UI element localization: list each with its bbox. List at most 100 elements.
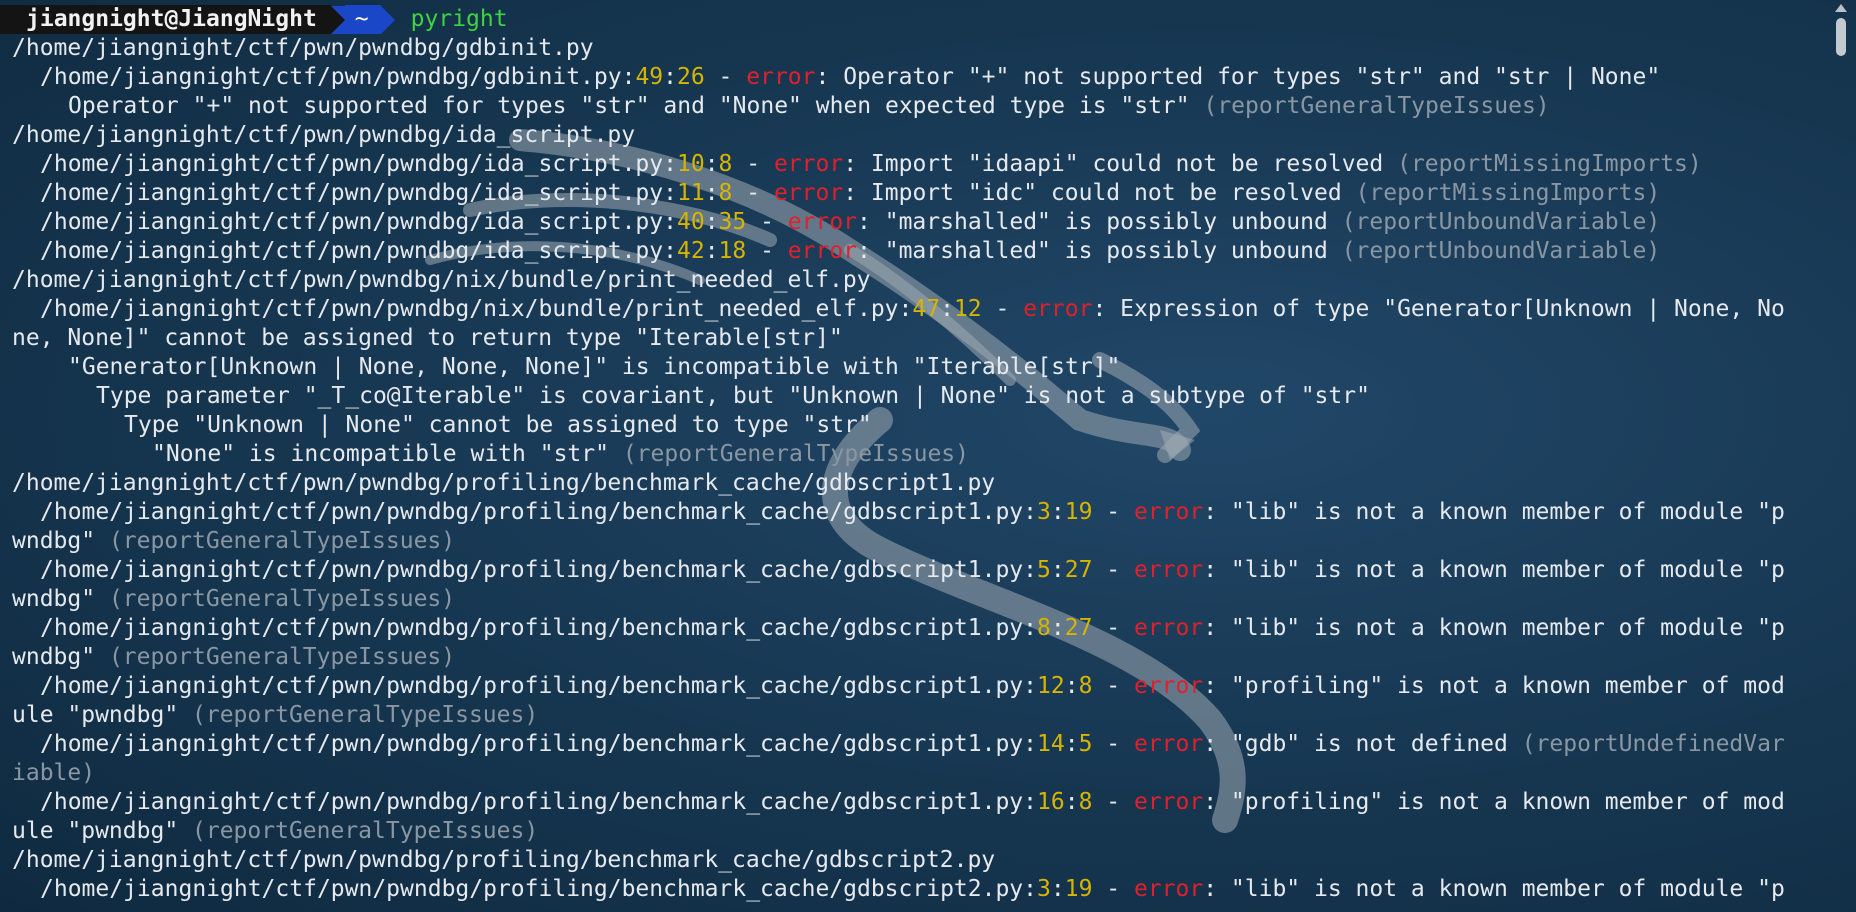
output-text: /home/jiangnight/ctf/pwn/pwndbg/ida_scri… [40, 238, 677, 264]
output-text: - [1092, 673, 1134, 699]
output-text: - [981, 296, 1024, 322]
terminal-window[interactable]: jiangnight@JiangNight ~ pyright /home/ji… [0, 0, 1826, 912]
output-text: Type parameter "_T_co@Iterable" is covar… [96, 383, 1370, 409]
error-label: error [773, 151, 844, 177]
output-text: : "profiling" is not a known member of m… [1203, 789, 1785, 815]
output-text: ule "pwndbg" [12, 818, 193, 844]
output-text: /home/jiangnight/ctf/pwn/pwndbg/ida_scri… [40, 180, 677, 206]
prompt-separator-icon [330, 5, 345, 34]
rule-name: (reportGeneralTypeIssues) [622, 441, 969, 467]
prompt-separator-icon [380, 5, 395, 34]
output-text: : "marshalled" is possibly unbound [857, 209, 1342, 235]
rule-name: (reportUndefinedVar [1521, 731, 1785, 757]
line-column-number: 42 [676, 238, 705, 264]
rule-name: (reportGeneralTypeIssues) [108, 586, 456, 612]
output-text: : [1064, 789, 1079, 815]
rule-name: (reportGeneralTypeIssues) [192, 818, 539, 844]
diagnostic-line: /home/jiangnight/ctf/pwn/pwndbg/profilin… [12, 788, 1826, 817]
file-path-line: /home/jiangnight/ctf/pwn/pwndbg/ida_scri… [12, 121, 1826, 150]
output-text: : [1050, 557, 1065, 583]
output-text: - [732, 151, 774, 177]
prompt-user-host: jiangnight@JiangNight [0, 5, 331, 34]
diagnostic-line: /home/jiangnight/ctf/pwn/pwndbg/profilin… [12, 614, 1826, 643]
output-text: : "lib" is not a known member of module … [1203, 499, 1785, 525]
output-text: - [1092, 789, 1134, 815]
diagnostic-line: "None" is incompatible with "str" (repor… [12, 440, 1826, 469]
line-column-number: 18 [718, 238, 747, 264]
diagnostic-line: "Generator[Unknown | None, None, None]" … [12, 353, 1826, 382]
line-column-number: 47 [912, 296, 941, 322]
diagnostic-line: Operator "+" not supported for types "st… [12, 92, 1826, 121]
line-column-number: 8 [718, 151, 733, 177]
output-text: "Generator[Unknown | None, None, None]" … [68, 354, 1121, 380]
output-text: - [1092, 876, 1134, 902]
output-text: /home/jiangnight/ctf/pwn/pwndbg/gdbinit.… [12, 35, 594, 61]
diagnostic-line: /home/jiangnight/ctf/pwn/pwndbg/ida_scri… [12, 237, 1826, 266]
output-text: - [1092, 557, 1134, 583]
output-text: : [1064, 673, 1079, 699]
line-column-number: 8 [718, 180, 733, 206]
diagnostic-line: /home/jiangnight/ctf/pwn/pwndbg/ida_scri… [12, 208, 1826, 237]
diagnostic-line: /home/jiangnight/ctf/pwn/pwndbg/nix/bund… [12, 295, 1826, 324]
error-label: error [1133, 499, 1204, 525]
output-text: - [1092, 731, 1134, 757]
output-text: : [704, 209, 719, 235]
output-text: : [1050, 876, 1065, 902]
error-label: error [787, 209, 858, 235]
diagnostic-line: /home/jiangnight/ctf/pwn/pwndbg/profilin… [12, 730, 1826, 759]
file-path-line: /home/jiangnight/ctf/pwn/pwndbg/nix/bund… [12, 266, 1826, 295]
diagnostic-line: ule "pwndbg" (reportGeneralTypeIssues) [12, 817, 1826, 846]
output-text: ne, None]" cannot be assigned to return … [12, 325, 843, 351]
output-text: /home/jiangnight/ctf/pwn/pwndbg/profilin… [12, 470, 996, 496]
output-text: /home/jiangnight/ctf/pwn/pwndbg/profilin… [40, 499, 1037, 525]
output-text: /home/jiangnight/ctf/pwn/pwndbg/profilin… [40, 731, 1037, 757]
output-text: wndbg" [12, 644, 109, 670]
error-label: error [1023, 296, 1093, 322]
diagnostic-line: /home/jiangnight/ctf/pwn/pwndbg/profilin… [12, 556, 1826, 585]
output-text: : "lib" is not a known member of module … [1203, 557, 1785, 583]
output-text: - [704, 64, 747, 90]
prompt-command: pyright [410, 6, 508, 32]
error-label: error [746, 64, 816, 90]
file-path-line: /home/jiangnight/ctf/pwn/pwndbg/profilin… [12, 846, 1826, 875]
scroll-thumb[interactable] [1836, 18, 1846, 56]
output-text: /home/jiangnight/ctf/pwn/pwndbg/profilin… [40, 789, 1037, 815]
line-column-number: 27 [1064, 557, 1093, 583]
rule-name: (reportUnboundVariable) [1341, 209, 1661, 235]
output-lines: /home/jiangnight/ctf/pwn/pwndbg/gdbinit.… [12, 34, 1826, 904]
output-text: /home/jiangnight/ctf/pwn/pwndbg/ida_scri… [40, 151, 677, 177]
diagnostic-line: ule "pwndbg" (reportGeneralTypeIssues) [12, 701, 1826, 730]
diagnostic-line: /home/jiangnight/ctf/pwn/pwndbg/profilin… [12, 672, 1826, 701]
output-text: : Operator "+" not supported for types "… [815, 64, 1661, 90]
diagnostic-line: /home/jiangnight/ctf/pwn/pwndbg/ida_scri… [12, 150, 1826, 179]
output-text: - [746, 238, 788, 264]
output-text: /home/jiangnight/ctf/pwn/pwndbg/nix/bund… [40, 296, 913, 322]
output-text: : Expression of type "Generator[Unknown … [1092, 296, 1785, 322]
output-text: /home/jiangnight/ctf/pwn/pwndbg/nix/bund… [12, 267, 871, 293]
diagnostic-line: /home/jiangnight/ctf/pwn/pwndbg/ida_scri… [12, 179, 1826, 208]
output-text: : [1064, 731, 1079, 757]
line-column-number: 35 [718, 209, 747, 235]
output-text: /home/jiangnight/ctf/pwn/pwndbg/profilin… [40, 557, 1037, 583]
line-column-number: 26 [677, 64, 705, 90]
output-text: Type "Unknown | None" cannot be assigned… [124, 412, 872, 438]
diagnostic-line: /home/jiangnight/ctf/pwn/pwndbg/profilin… [12, 498, 1826, 527]
line-column-number: 11 [676, 180, 705, 206]
scroll-up-arrow-icon[interactable] [1835, 4, 1847, 12]
error-label: error [787, 238, 858, 264]
error-label: error [1133, 731, 1204, 757]
output-text: : "lib" is not a known member of module … [1203, 615, 1785, 641]
line-column-number: 10 [676, 151, 705, 177]
error-label: error [1133, 615, 1204, 641]
rule-name: (reportUnboundVariable) [1341, 238, 1661, 264]
prompt-directory: ~ [344, 5, 381, 34]
error-label: error [1133, 876, 1204, 902]
output-text: /home/jiangnight/ctf/pwn/pwndbg/profilin… [40, 876, 1037, 902]
diagnostic-line: wndbg" (reportGeneralTypeIssues) [12, 643, 1826, 672]
output-text: /home/jiangnight/ctf/pwn/pwndbg/gdbinit.… [40, 64, 636, 90]
scrollbar[interactable] [1826, 0, 1856, 912]
rule-name: (reportGeneralTypeIssues) [108, 528, 456, 554]
line-column-number: 12 [1037, 673, 1065, 699]
output-text: "None" is incompatible with "str" [152, 441, 623, 467]
output-text: /home/jiangnight/ctf/pwn/pwndbg/profilin… [12, 847, 996, 873]
